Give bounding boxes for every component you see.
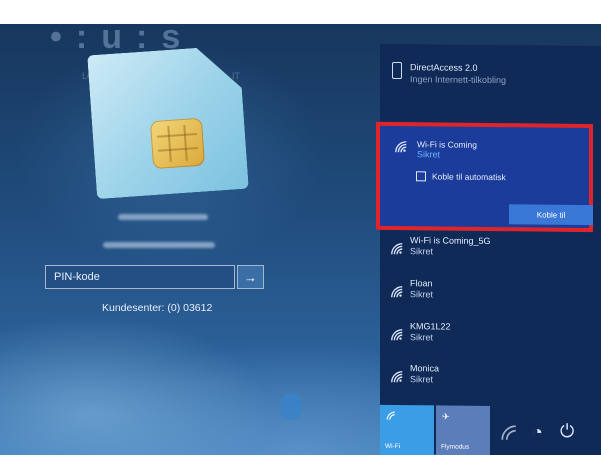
network-name: Monica (410, 363, 440, 374)
lock-screen: •:u:s Le IT → Kundesenter: (0) 03612 Dir… (0, 24, 601, 455)
wifi-icon (386, 411, 396, 421)
wifi-icon (391, 371, 403, 383)
wifi-icon (391, 286, 403, 298)
network-item-directaccess[interactable]: DirectAccess 2.0 Ingen Internett-tilkobl… (380, 56, 601, 98)
network-status: Sikret (410, 246, 434, 257)
wifi-icon (391, 329, 403, 341)
quick-action-airplane-mode[interactable]: ✈ Flymodus (436, 405, 490, 455)
sim-card-icon (87, 45, 249, 199)
network-status: Sikret (410, 289, 434, 300)
network-item[interactable]: Floan Sikret (380, 277, 601, 319)
auto-connect-checkbox[interactable] (416, 171, 426, 182)
network-status: Sikret (410, 332, 434, 343)
cellular-device-icon (392, 61, 402, 80)
network-flyout: DirectAccess 2.0 Ingen Internett-tilkobl… (376, 43, 601, 455)
water-drop-decoration (280, 392, 302, 420)
airplane-icon: ✈ (442, 411, 450, 422)
connect-button[interactable]: Koble til (509, 204, 593, 226)
sim-chip (150, 118, 205, 170)
network-status: Ingen Internett-tilkobling (410, 74, 507, 86)
quick-action-label: Wi-Fi (385, 442, 401, 451)
pin-entry: → (45, 265, 264, 291)
network-item[interactable]: Monica Sikret (380, 362, 601, 404)
quick-action-wifi[interactable]: Wi-Fi (380, 404, 434, 455)
support-phone-text: Kundesenter: (0) 03612 (102, 302, 213, 314)
network-item-selected[interactable]: Wi-Fi is Coming Sikret Koble til automat… (376, 121, 593, 233)
network-name: DirectAccess 2.0 (410, 62, 478, 73)
wifi-icon (395, 141, 407, 153)
pin-input[interactable] (45, 265, 235, 289)
network-status: Sikret (417, 149, 441, 160)
network-item[interactable]: KMG1L22 Sikret (380, 320, 601, 362)
network-name: KMG1L22 (410, 321, 451, 332)
wifi-icon (391, 243, 403, 255)
network-name: Floan (410, 278, 433, 289)
power-icon[interactable]: ⏻ (560, 421, 574, 442)
accessibility-icon[interactable]: ◔ (532, 422, 543, 443)
network-name: Wi-Fi is Coming (417, 139, 477, 150)
arrow-right-icon: → (244, 269, 257, 285)
network-status: Sikret (410, 374, 434, 385)
network-item[interactable]: Wi-Fi is Coming_5G Sikret (380, 234, 601, 276)
auto-connect-label: Koble til automatisk (432, 171, 506, 183)
quick-action-label: Flymodus (441, 443, 470, 451)
network-tray-icon[interactable] (500, 424, 518, 447)
account-name-redacted (118, 214, 208, 220)
network-name: Wi-Fi is Coming_5G (410, 235, 491, 247)
submit-arrow-button[interactable]: → (237, 265, 264, 289)
account-email-redacted (103, 242, 215, 248)
faint-background-text: IT (232, 71, 240, 81)
